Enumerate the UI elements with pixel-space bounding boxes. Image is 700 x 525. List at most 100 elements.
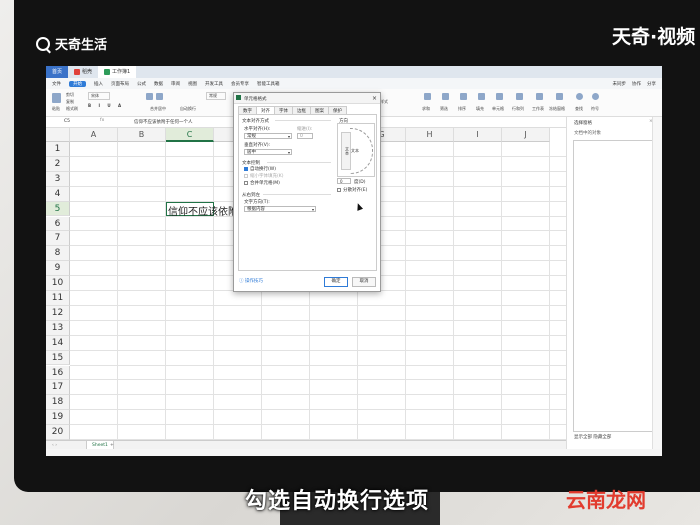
row-header-17[interactable]: 17 bbox=[46, 380, 70, 396]
wrap-text-checkbox[interactable] bbox=[244, 167, 248, 171]
ribbon-cut[interactable]: 剪切 bbox=[66, 92, 74, 98]
row-header-5[interactable]: 5 bbox=[46, 201, 70, 217]
row-header-18[interactable]: 18 bbox=[46, 395, 70, 411]
ribbon-freeze[interactable]: 冻结窗格 bbox=[549, 106, 565, 112]
menu-smart-tools[interactable]: 智能工具箱 bbox=[257, 81, 280, 87]
menu-developer[interactable]: 开发工具 bbox=[205, 81, 223, 87]
tab-workbook[interactable]: 工作簿1 bbox=[98, 66, 137, 78]
menu-data[interactable]: 数据 bbox=[154, 81, 163, 87]
wrap-text-label[interactable]: 自动换行(W) bbox=[250, 166, 276, 172]
row-header-7[interactable]: 7 bbox=[46, 231, 70, 247]
ribbon-wrap-text[interactable]: 自动换行 bbox=[180, 106, 196, 112]
distributed-label[interactable]: 分散对齐(E) bbox=[343, 187, 367, 193]
ribbon-symbol[interactable]: 符号 bbox=[591, 106, 599, 112]
sum-icon[interactable] bbox=[424, 93, 431, 100]
row-header-6[interactable]: 6 bbox=[46, 216, 70, 232]
ribbon-filter[interactable]: 筛选 bbox=[440, 106, 448, 112]
row-header-10[interactable]: 10 bbox=[46, 276, 70, 291]
paste-icon[interactable] bbox=[52, 93, 61, 103]
menu-formula[interactable]: 公式 bbox=[137, 81, 146, 87]
orientation-control[interactable]: 文本 文本 bbox=[337, 123, 375, 177]
number-format-select[interactable]: 常规 bbox=[206, 92, 226, 100]
row-header-1[interactable]: 1 bbox=[46, 142, 70, 157]
name-box[interactable]: C5 bbox=[64, 119, 70, 124]
menu-insert[interactable]: 插入 bbox=[94, 81, 103, 87]
menu-unsynced[interactable]: 未同步 bbox=[613, 81, 627, 87]
row-header-8[interactable]: 8 bbox=[46, 246, 70, 262]
degree-stepper[interactable]: 0 bbox=[337, 178, 351, 184]
tips-link[interactable]: ⓘ 操作技巧 bbox=[239, 278, 263, 284]
freeze-icon[interactable] bbox=[556, 93, 563, 100]
fill-icon[interactable] bbox=[478, 93, 485, 100]
ribbon-sort[interactable]: 排序 bbox=[458, 106, 466, 112]
column-header-j[interactable]: J bbox=[502, 128, 550, 142]
distributed-checkbox[interactable] bbox=[337, 188, 341, 192]
menu-review[interactable]: 审阅 bbox=[171, 81, 180, 87]
ok-button[interactable]: 确定 bbox=[324, 277, 348, 287]
row-header-9[interactable]: 9 bbox=[46, 261, 70, 277]
merge-cells-label[interactable]: 合并单元格(M) bbox=[250, 180, 280, 186]
row-header-4[interactable]: 4 bbox=[46, 186, 70, 202]
row-header-13[interactable]: 13 bbox=[46, 320, 70, 336]
symbol-icon[interactable] bbox=[592, 93, 599, 100]
column-header-i[interactable]: I bbox=[454, 128, 502, 142]
search-icon[interactable] bbox=[576, 93, 583, 100]
column-header-a[interactable]: A bbox=[70, 128, 118, 142]
ribbon-merge-center[interactable]: 合并居中 bbox=[150, 106, 166, 112]
row-col-icon[interactable] bbox=[516, 93, 523, 100]
ribbon-worksheet[interactable]: 工作表 bbox=[532, 106, 544, 112]
row-header-2[interactable]: 2 bbox=[46, 156, 70, 172]
row-header-16[interactable]: 16 bbox=[46, 365, 70, 381]
menu-view[interactable]: 视图 bbox=[188, 81, 197, 87]
tab-bar: 首页 稻壳 工作簿1 bbox=[46, 66, 662, 78]
align-center-icon[interactable] bbox=[156, 93, 163, 100]
font-style-buttons[interactable]: B I U A bbox=[88, 103, 124, 108]
ribbon-fill[interactable]: 填充 bbox=[476, 106, 484, 112]
ribbon-paste[interactable]: 粘贴 bbox=[52, 106, 60, 112]
menu-share[interactable]: 分享 bbox=[647, 81, 656, 87]
row-header-11[interactable]: 11 bbox=[46, 291, 70, 306]
cell-icon[interactable] bbox=[496, 93, 503, 100]
text-direction-select[interactable]: 根据内容 ▾ bbox=[244, 206, 316, 212]
ribbon-format-painter[interactable]: 格式刷 bbox=[66, 106, 78, 112]
row-header-20[interactable]: 20 bbox=[46, 425, 70, 440]
object-list[interactable] bbox=[573, 140, 655, 432]
menu-start[interactable]: 开始 bbox=[69, 80, 86, 87]
worksheet-icon[interactable] bbox=[536, 93, 543, 100]
menu-page-layout[interactable]: 页面布局 bbox=[111, 81, 129, 87]
fx-icon[interactable]: fx bbox=[100, 118, 104, 123]
menu-member[interactable]: 会员专享 bbox=[231, 81, 249, 87]
row-header-15[interactable]: 15 bbox=[46, 350, 70, 366]
tab-docer[interactable]: 稻壳 bbox=[68, 66, 98, 78]
ribbon-sum[interactable]: 求和 bbox=[422, 106, 430, 112]
show-hide-all[interactable]: 显示全部 隐藏全部 bbox=[574, 434, 611, 440]
sort-icon[interactable] bbox=[460, 93, 467, 100]
filter-icon[interactable] bbox=[442, 93, 449, 100]
cancel-button[interactable]: 取消 bbox=[352, 277, 376, 287]
shrink-fit-label[interactable]: 缩小字体填充(K) bbox=[250, 173, 283, 179]
font-name-select[interactable]: 宋体 bbox=[88, 92, 110, 100]
row-header-3[interactable]: 3 bbox=[46, 171, 70, 187]
menu-file[interactable]: 文件 bbox=[52, 81, 61, 87]
column-header-c[interactable]: C bbox=[166, 128, 214, 142]
menu-collaborate[interactable]: 协作 bbox=[632, 81, 641, 87]
formula-input[interactable]: 信仰不应该依附于任何一个人 bbox=[134, 119, 193, 125]
ribbon-find[interactable]: 查找 bbox=[575, 106, 583, 112]
select-all-corner[interactable] bbox=[46, 128, 70, 142]
ribbon-copy[interactable]: 复制 bbox=[66, 99, 74, 105]
column-header-h[interactable]: H bbox=[406, 128, 454, 142]
indent-stepper[interactable]: 0 bbox=[297, 133, 313, 139]
ribbon-cell[interactable]: 单元格 bbox=[492, 106, 504, 112]
row-header-19[interactable]: 19 bbox=[46, 410, 70, 426]
column-header-b[interactable]: B bbox=[118, 128, 166, 142]
ribbon-row-col[interactable]: 行和列 bbox=[512, 106, 524, 112]
row-header-14[interactable]: 14 bbox=[46, 335, 70, 351]
merge-cells-checkbox[interactable] bbox=[244, 181, 248, 185]
horizontal-align-select[interactable]: 常规 ▾ bbox=[244, 133, 292, 139]
vertical-align-select[interactable]: 居中 ▾ bbox=[244, 149, 292, 155]
align-icon[interactable] bbox=[146, 93, 153, 100]
row-header-12[interactable]: 12 bbox=[46, 305, 70, 321]
close-icon[interactable]: × bbox=[372, 95, 377, 102]
tab-home[interactable]: 首页 bbox=[46, 66, 69, 78]
shrink-fit-checkbox[interactable] bbox=[244, 174, 248, 178]
